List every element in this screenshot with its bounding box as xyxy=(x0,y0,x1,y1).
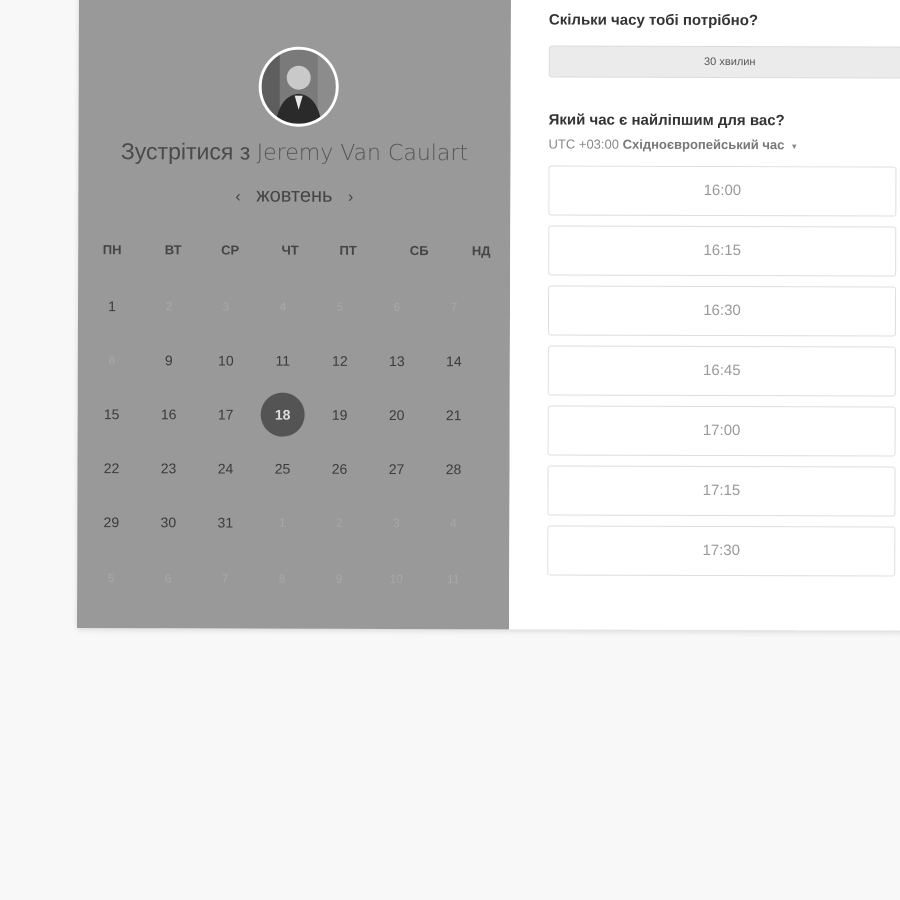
timezone-name: Східноєвропейський час xyxy=(622,136,785,153)
weekday-label: НД xyxy=(471,243,491,259)
host-avatar xyxy=(258,46,339,127)
calendar-day[interactable]: 22 xyxy=(89,446,133,490)
calendar-day[interactable]: 11 xyxy=(261,339,305,383)
weekday-label: СБ xyxy=(409,243,429,259)
calendar-day: 11 xyxy=(446,572,460,587)
calendar-day[interactable]: 12 xyxy=(318,339,362,383)
time-slot[interactable]: 16:30 xyxy=(547,285,897,337)
booking-card: Зустрітися з Jeremy Van Caulart ‹ жовтен… xyxy=(77,0,900,631)
next-month-icon[interactable]: › xyxy=(338,189,363,207)
time-slot[interactable]: 17:00 xyxy=(547,405,896,457)
time-slot[interactable]: 16:00 xyxy=(548,165,897,217)
weekday-label: ВТ xyxy=(164,242,182,258)
calendar-day[interactable]: 28 xyxy=(431,447,475,491)
calendar-day: 4 xyxy=(449,516,457,531)
calendar-day[interactable]: 20 xyxy=(375,393,419,437)
month-label: жовтень xyxy=(256,184,333,207)
time-slot[interactable]: 17:30 xyxy=(547,525,896,577)
calendar-day: 6 xyxy=(164,571,172,586)
calendar-day[interactable]: 19 xyxy=(318,393,362,437)
time-slot[interactable]: 17:15 xyxy=(547,465,896,517)
time-slot[interactable]: 16:15 xyxy=(548,225,897,277)
calendar-day[interactable]: 30 xyxy=(146,500,190,544)
timezone-selector[interactable]: UTC +03:00 Східноєвропейський час ▾ xyxy=(549,136,797,152)
calendar-panel: Зустрітися з Jeremy Van Caulart ‹ жовтен… xyxy=(77,0,511,630)
calendar-day: 1 xyxy=(278,515,286,530)
calendar-day: 7 xyxy=(221,571,229,586)
calendar-day: 5 xyxy=(107,571,115,586)
time-slot-list[interactable]: 16:00 16:15 16:30 16:45 17:00 17:15 17:3… xyxy=(547,165,900,579)
calendar-day: 6 xyxy=(393,299,401,315)
time-slot[interactable]: 16:45 xyxy=(547,345,896,397)
host-name: Jeremy Van Caulart xyxy=(256,140,469,167)
calendar-day[interactable]: 29 xyxy=(89,500,133,544)
selected-day[interactable]: 18 xyxy=(260,392,305,437)
calendar-day[interactable]: 13 xyxy=(375,339,419,383)
calendar-day[interactable]: 17 xyxy=(204,392,248,436)
prev-month-icon[interactable]: ‹ xyxy=(225,188,250,206)
weekday-label: СР xyxy=(221,242,240,258)
calendar-day: 10 xyxy=(389,571,403,587)
calendar-day[interactable]: 14 xyxy=(432,339,476,383)
calendar-day: 4 xyxy=(279,299,287,314)
calendar-day: 7 xyxy=(450,300,458,315)
calendar-day: 9 xyxy=(335,571,343,586)
calendar-day: 3 xyxy=(222,299,230,314)
calendar-day[interactable]: 15 xyxy=(90,392,134,436)
host-photo xyxy=(261,49,336,124)
calendar-day[interactable]: 31 xyxy=(203,500,247,544)
calendar-day[interactable]: 24 xyxy=(203,446,247,490)
calendar-day[interactable]: 23 xyxy=(146,446,190,490)
meeting-title: Зустрітися з Jeremy Van Caulart xyxy=(78,138,510,166)
weekday-label: ЧТ xyxy=(281,242,299,258)
caret-down-icon: ▾ xyxy=(791,141,797,152)
weekday-label: ПТ xyxy=(339,242,357,258)
calendar-day[interactable]: 21 xyxy=(432,393,476,437)
calendar-day[interactable]: 9 xyxy=(147,338,191,382)
calendar-day: 2 xyxy=(165,299,173,314)
calendar-day: 8 xyxy=(108,353,116,368)
calendar-day[interactable]: 10 xyxy=(204,338,248,382)
weekday-label: ПН xyxy=(102,242,122,258)
calendar-day: 5 xyxy=(336,299,344,314)
time-panel: Скільки часу тобі потрібно? 30 хвилин Як… xyxy=(509,0,900,631)
calendar-day[interactable]: 26 xyxy=(317,447,361,491)
calendar-day[interactable]: 1 xyxy=(90,284,134,328)
duration-selector[interactable]: 30 хвилин xyxy=(548,45,900,79)
calendar-day[interactable]: 27 xyxy=(374,447,418,491)
meet-prefix: Зустрітися з xyxy=(120,138,251,165)
calendar-day[interactable]: 16 xyxy=(147,392,191,436)
calendar-day: 3 xyxy=(392,515,400,531)
month-navigation: ‹ жовтень › xyxy=(78,184,510,208)
calendar-day: 8 xyxy=(278,571,286,586)
timezone-offset: UTC +03:00 xyxy=(548,136,620,152)
calendar-day: 2 xyxy=(335,515,343,530)
weekday-header: ПН ВТ СР ЧТ ПТ СБ НД xyxy=(78,242,510,258)
duration-question: Скільки часу тобі потрібно? xyxy=(548,11,759,30)
calendar-day[interactable]: 25 xyxy=(260,447,304,491)
time-question: Який час є найліпшим для вас? xyxy=(548,111,785,130)
